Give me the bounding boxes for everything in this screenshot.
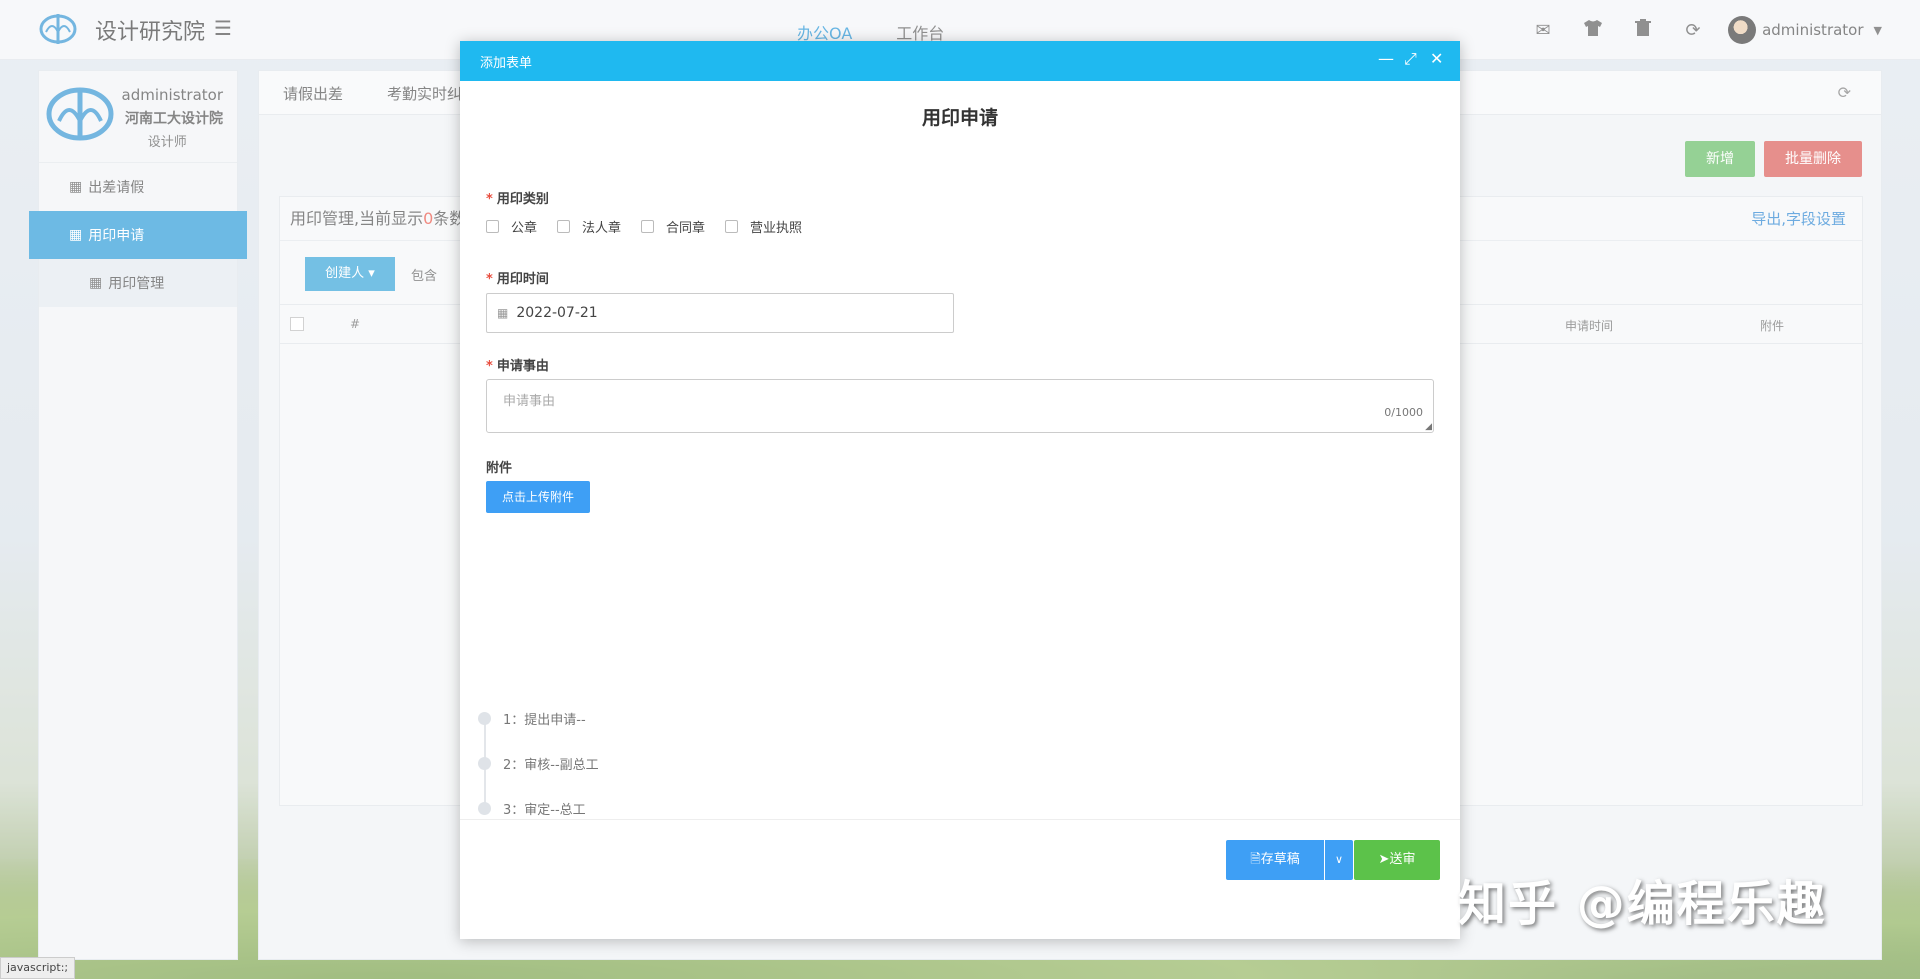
seal-time-label: * 用印时间 bbox=[486, 272, 549, 287]
modal-header: 添加表单 — ⤢ ✕ bbox=[460, 41, 1460, 81]
seal-date-value: 2022-07-21 bbox=[516, 305, 598, 321]
step-item: 1：提出申请-- bbox=[478, 709, 586, 728]
step-dot bbox=[478, 802, 491, 815]
checkbox[interactable] bbox=[725, 220, 739, 233]
seal-option-business-license[interactable]: 营业执照 bbox=[725, 217, 802, 236]
form-title: 用印申请 bbox=[921, 107, 998, 129]
maximize-icon[interactable]: ⤢ bbox=[1404, 49, 1417, 69]
draft-dropdown-button[interactable]: ∨ bbox=[1325, 840, 1353, 880]
reason-textarea[interactable]: 申请事由 0/1000 ◢ bbox=[486, 379, 1434, 433]
save-icon: 🗎 bbox=[1250, 852, 1261, 867]
step-dot bbox=[478, 712, 491, 725]
checkbox[interactable] bbox=[557, 220, 571, 233]
modal-title: 添加表单 bbox=[480, 56, 533, 71]
step-dot bbox=[478, 757, 491, 770]
reason-char-count: 0/1000 bbox=[1384, 406, 1423, 419]
modal-body: 用印申请 * 用印类别 公章 法人章 合同章 营业执照 * 用印时间 ▦ 2022-… bbox=[460, 81, 1460, 899]
seal-type-options: 公章 法人章 合同章 营业执照 bbox=[486, 217, 822, 236]
step-item: 2：审核--副总工 bbox=[478, 754, 599, 773]
attachment-label: 附件 bbox=[486, 461, 513, 476]
minimize-icon[interactable]: — bbox=[1378, 49, 1394, 68]
send-icon: ➤ bbox=[1378, 852, 1390, 867]
checkbox[interactable] bbox=[641, 220, 655, 233]
resize-handle-icon[interactable]: ◢ bbox=[1425, 422, 1432, 432]
checkbox[interactable] bbox=[486, 220, 499, 233]
seal-option-official[interactable]: 公章 bbox=[486, 217, 537, 236]
calendar-icon: ▦ bbox=[497, 306, 509, 320]
add-form-modal: 添加表单 — ⤢ ✕ 用印申请 * 用印类别 公章 法人章 合同章 营业执照 * 用… bbox=[460, 41, 1460, 939]
seal-date-input[interactable]: ▦ 2022-07-21 bbox=[486, 293, 954, 333]
submit-review-button[interactable]: ➤送审 bbox=[1354, 840, 1440, 880]
close-icon[interactable]: ✕ bbox=[1430, 49, 1443, 68]
seal-option-legal-person[interactable]: 法人章 bbox=[557, 217, 621, 236]
step-item: 3：审定--总工 bbox=[478, 799, 586, 818]
seal-type-label: * 用印类别 bbox=[486, 192, 549, 207]
seal-option-contract[interactable]: 合同章 bbox=[641, 217, 705, 236]
watermark: 知乎 @编程乐趣 bbox=[1458, 876, 1827, 932]
reason-placeholder: 申请事由 bbox=[503, 394, 556, 409]
status-bar-url: javascript:; bbox=[0, 957, 76, 979]
upload-attachment-button[interactable]: 点击上传附件 bbox=[486, 481, 590, 513]
save-draft-button[interactable]: 🗎存草稿 bbox=[1226, 840, 1324, 880]
modal-footer: 🗎存草稿 ∨ ➤送审 bbox=[460, 819, 1460, 899]
reason-label: * 申请事由 bbox=[486, 359, 549, 374]
